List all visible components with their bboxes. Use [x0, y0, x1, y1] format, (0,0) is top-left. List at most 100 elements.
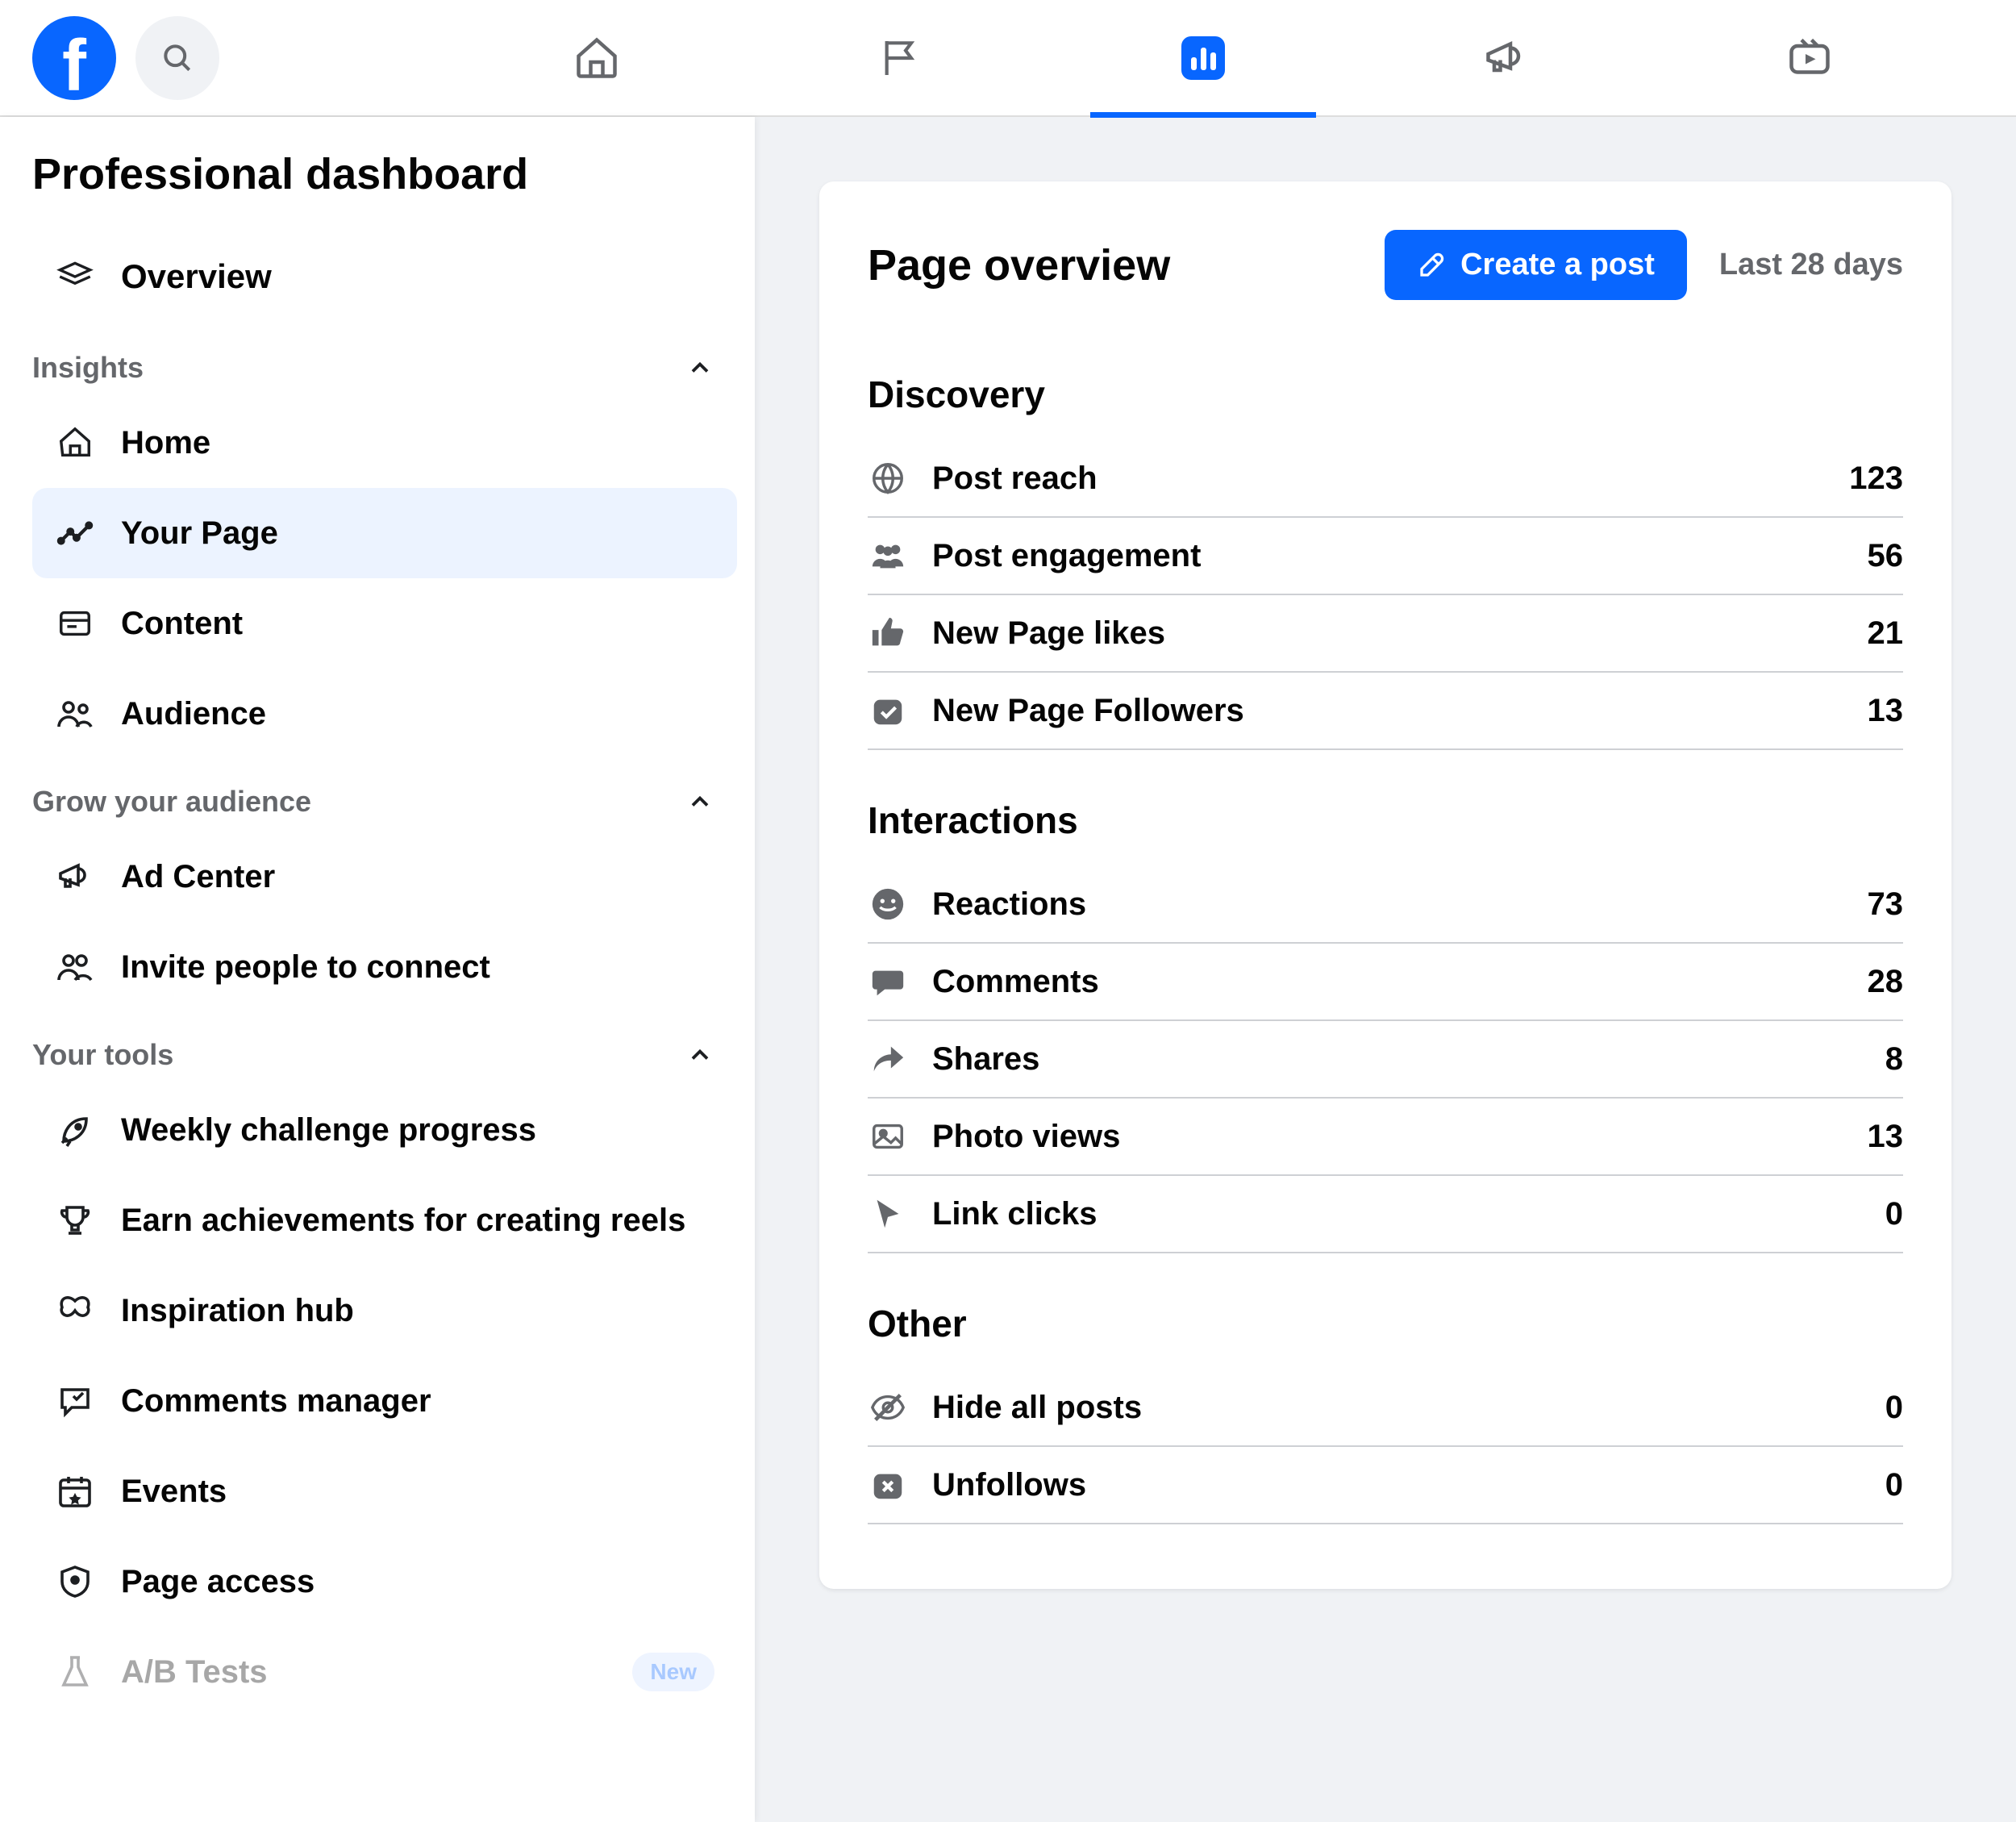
metric-label: Reactions [932, 886, 1843, 923]
search-icon [160, 40, 195, 76]
sidebar-overview-label: Overview [121, 257, 272, 296]
cursor-icon [868, 1194, 908, 1234]
sidebar-item-home[interactable]: Home [32, 398, 737, 488]
metric-link-clicks[interactable]: Link clicks 0 [868, 1176, 1903, 1253]
sidebar-item-content[interactable]: Content [32, 578, 737, 669]
invite-icon [55, 947, 95, 987]
sidebar-item-label: Invite people to connect [121, 949, 490, 986]
comment-icon [868, 961, 908, 1002]
metric-post-reach[interactable]: Post reach 123 [868, 440, 1903, 518]
follow-icon [868, 690, 908, 731]
sidebar-item-events[interactable]: Events [32, 1446, 737, 1536]
home-icon [573, 34, 621, 82]
section-header-tools[interactable]: Your tools [32, 1025, 737, 1085]
sidebar-item-label: Your Page [121, 515, 278, 552]
smile-icon [868, 884, 908, 924]
sidebar-item-ab-tests[interactable]: A/B Tests New [32, 1627, 737, 1717]
sidebar-item-label: Comments manager [121, 1383, 431, 1420]
metric-value: 28 [1868, 964, 1904, 1000]
metric-photo-views[interactable]: Photo views 13 [868, 1099, 1903, 1176]
section-title-interactions: Interactions [868, 798, 1903, 842]
period-label: Last 28 days [1719, 248, 1903, 282]
chevron-up-icon [685, 1040, 714, 1069]
sidebar-item-comments[interactable]: Comments manager [32, 1356, 737, 1446]
sidebar-item-your-page[interactable]: Your Page [32, 488, 737, 578]
search-button[interactable] [135, 16, 219, 100]
new-badge: New [632, 1653, 714, 1691]
flask-icon [55, 1652, 95, 1692]
metric-label: Comments [932, 964, 1843, 1000]
edit-icon [1417, 251, 1446, 280]
overview-icon [55, 256, 95, 297]
sidebar-title: Professional dashboard [32, 149, 737, 199]
facebook-logo[interactable]: f [32, 16, 116, 100]
metric-label: Post engagement [932, 538, 1843, 574]
metric-value: 0 [1885, 1196, 1903, 1232]
metric-label: New Page likes [932, 615, 1843, 652]
sidebar-item-label: Weekly challenge progress [121, 1112, 536, 1149]
section-header-insights[interactable]: Insights [32, 338, 737, 398]
create-post-label: Create a post [1460, 248, 1655, 282]
metric-value: 13 [1868, 693, 1904, 729]
sidebar-item-inspiration[interactable]: Inspiration hub [32, 1265, 737, 1356]
nav-ads[interactable] [1458, 0, 1555, 116]
eye-off-icon [868, 1387, 908, 1428]
sidebar-item-label: Earn achievements for creating reels [121, 1203, 685, 1239]
chevron-up-icon [685, 787, 714, 816]
metric-hide-posts[interactable]: Hide all posts 0 [868, 1370, 1903, 1447]
metric-label: Shares [932, 1041, 1861, 1078]
metric-value: 13 [1868, 1119, 1904, 1155]
section-title-other: Other [868, 1302, 1903, 1345]
nav-home[interactable] [548, 0, 645, 116]
card-header: Page overview Create a post Last 28 days [868, 230, 1903, 300]
create-post-button[interactable]: Create a post [1385, 230, 1687, 300]
metric-reactions[interactable]: Reactions 73 [868, 866, 1903, 944]
sidebar-item-audience[interactable]: Audience [32, 669, 737, 759]
sidebar-item-label: Inspiration hub [121, 1293, 354, 1329]
sidebar-item-label: Home [121, 425, 210, 461]
sidebar-item-achievements[interactable]: Earn achievements for creating reels [32, 1175, 737, 1265]
trophy-icon [55, 1200, 95, 1240]
metric-value: 21 [1868, 615, 1904, 652]
butterfly-icon [55, 1290, 95, 1331]
sidebar-item-invite[interactable]: Invite people to connect [32, 922, 737, 1012]
metric-value: 123 [1849, 461, 1903, 497]
sidebar: Professional dashboard Overview Insights… [0, 117, 755, 1822]
metric-value: 73 [1868, 886, 1904, 923]
metric-value: 0 [1885, 1467, 1903, 1503]
metric-value: 0 [1885, 1390, 1903, 1426]
layout: Professional dashboard Overview Insights… [0, 117, 2016, 1822]
megaphone-icon [55, 857, 95, 897]
metric-new-followers[interactable]: New Page Followers 13 [868, 673, 1903, 750]
sidebar-item-label: Content [121, 606, 243, 642]
nav-flag[interactable] [852, 0, 948, 116]
section-header-grow[interactable]: Grow your audience [32, 772, 737, 832]
metric-new-likes[interactable]: New Page likes 21 [868, 595, 1903, 673]
video-icon [1785, 34, 1834, 82]
metric-comments[interactable]: Comments 28 [868, 944, 1903, 1021]
metric-post-engagement[interactable]: Post engagement 56 [868, 518, 1903, 595]
main: Page overview Create a post Last 28 days… [755, 117, 2016, 1822]
metric-shares[interactable]: Shares 8 [868, 1021, 1903, 1099]
nav-insights[interactable] [1155, 0, 1252, 116]
sidebar-item-label: A/B Tests [121, 1654, 268, 1691]
sidebar-overview[interactable]: Overview [32, 231, 737, 322]
nav-video[interactable] [1761, 0, 1858, 116]
card-title: Page overview [868, 240, 1170, 290]
metric-label: Photo views [932, 1119, 1843, 1155]
sidebar-item-page-access[interactable]: Page access [32, 1536, 737, 1627]
globe-icon [868, 458, 908, 498]
sidebar-item-ad-center[interactable]: Ad Center [32, 832, 737, 922]
section-label: Your tools [32, 1038, 173, 1072]
metric-label: New Page Followers [932, 693, 1843, 729]
section-label: Insights [32, 351, 144, 385]
section-title-discovery: Discovery [868, 373, 1903, 416]
people-icon [868, 536, 908, 576]
metric-label: Link clicks [932, 1196, 1861, 1232]
comment-icon [55, 1381, 95, 1421]
page-overview-card: Page overview Create a post Last 28 days… [819, 181, 1951, 1589]
metric-unfollows[interactable]: Unfollows 0 [868, 1447, 1903, 1524]
chart-icon [55, 513, 95, 553]
sidebar-item-weekly-challenge[interactable]: Weekly challenge progress [32, 1085, 737, 1175]
sidebar-item-label: Ad Center [121, 859, 275, 895]
